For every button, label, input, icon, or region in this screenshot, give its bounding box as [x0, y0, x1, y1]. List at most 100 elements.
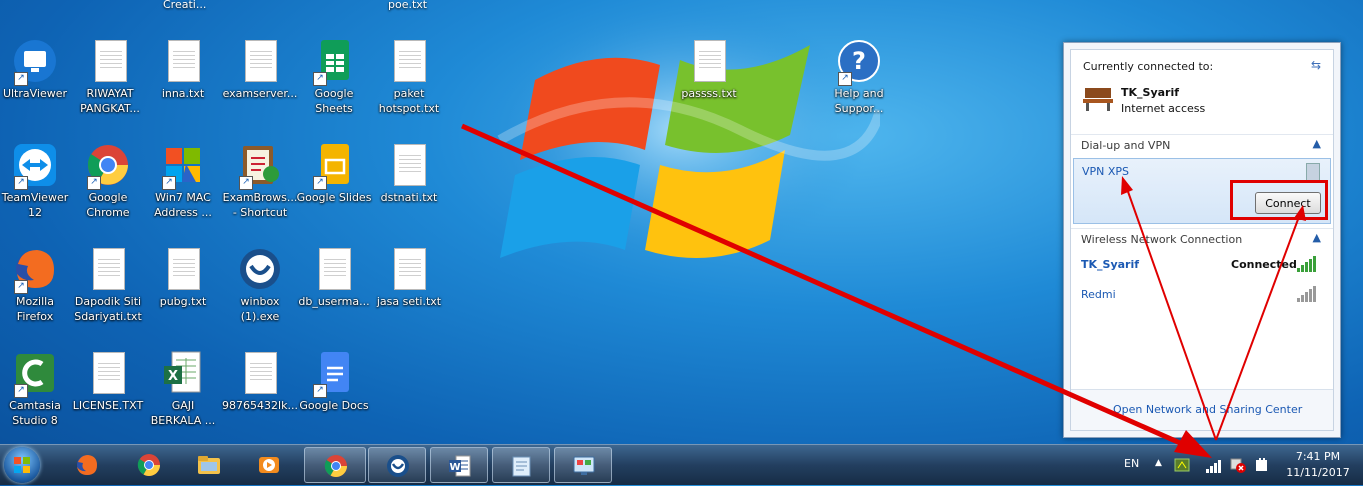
network-flyout: Currently connected to: ⇆ TK_Syarif Inte… — [1063, 42, 1341, 438]
desktop-icon-ultraviewer[interactable]: ↗ UltraViewer — [0, 38, 73, 101]
windows-flag-icon — [14, 457, 30, 473]
vpn-name: VPN XPS — [1082, 165, 1130, 178]
icon-label: TeamViewer 12 — [1, 191, 69, 219]
wifi-network-name: Redmi — [1081, 288, 1116, 301]
text-file-icon — [245, 352, 277, 394]
desktop-icon-google-docs[interactable]: ↗ Google Docs — [296, 350, 372, 413]
taskbar-control-panel[interactable] — [554, 447, 612, 483]
desktop-icon-google-sheets[interactable]: ↗ Google Sheets — [296, 38, 372, 116]
icon-label: winbox (1).exe — [240, 295, 280, 323]
desktop-icon-inna[interactable]: inna.txt — [145, 38, 221, 101]
vpn-connection-icon — [1306, 163, 1320, 181]
flyout-footer: Open Network and Sharing Center — [1071, 389, 1333, 430]
wireless-section-label: Wireless Network Connection — [1081, 233, 1243, 246]
icon-label: Help and Suppor... — [834, 87, 884, 115]
winbox-icon — [387, 455, 409, 477]
signal-strength-icon — [1297, 286, 1316, 302]
notepad-icon — [512, 456, 531, 477]
icon-label: GAJI BERKALA ... — [150, 399, 216, 427]
chrome-icon — [137, 454, 160, 476]
clock-date: 11/11/2017 — [1286, 466, 1350, 479]
desktop-icon-camtasia[interactable]: ↗ Camtasia Studio 8 — [0, 350, 73, 428]
desktop-label-poe[interactable]: poe.txt — [388, 0, 427, 11]
desktop-icon-win7-mac[interactable]: ↗ Win7 MAC Address ... — [145, 142, 221, 220]
desktop-icon-google-chrome[interactable]: ↗ Google Chrome — [70, 142, 146, 220]
taskbar-clock[interactable]: 7:41 PM 11/11/2017 — [1282, 449, 1354, 481]
desktop-icon-98765432lk[interactable]: 98765432lk... — [222, 350, 298, 413]
currently-connected-heading: Currently connected to: — [1083, 60, 1214, 73]
icon-label: UltraViewer — [2, 87, 68, 100]
text-file-icon — [394, 248, 426, 290]
taskbar-word[interactable]: W — [430, 447, 488, 483]
desktop-icon-dstnati[interactable]: dstnati.txt — [371, 142, 447, 205]
open-network-sharing-center-link[interactable]: Open Network and Sharing Center — [1113, 403, 1302, 416]
show-hidden-icons-button[interactable]: ▲ — [1155, 458, 1162, 468]
taskbar-chrome[interactable] — [122, 447, 176, 483]
taskbar-firefox[interactable] — [60, 447, 114, 483]
taskbar-winbox[interactable] — [368, 447, 426, 483]
icon-label: dstnati.txt — [380, 191, 438, 204]
collapse-chevron-icon[interactable]: ▲ — [1313, 231, 1321, 244]
tray-app-icon[interactable] — [1174, 457, 1190, 473]
desktop-icon-paket-hotspot[interactable]: paket hotspot.txt — [371, 38, 447, 116]
text-file-icon — [394, 40, 426, 82]
icon-label: Mozilla Firefox — [16, 295, 54, 323]
desktop-icon-pubg[interactable]: pubg.txt — [145, 246, 221, 309]
start-button[interactable] — [4, 447, 40, 483]
svg-text:?: ? — [852, 47, 866, 75]
desktop-icon-dapodik[interactable]: Dapodik Siti Sdariyati.txt — [70, 246, 146, 324]
wireless-section-header[interactable]: Wireless Network Connection ▲ — [1071, 228, 1333, 249]
desktop-icon-firefox[interactable]: ↗ Mozilla Firefox — [0, 246, 73, 324]
network-flyout-panel: Currently connected to: ⇆ TK_Syarif Inte… — [1070, 49, 1334, 431]
folder-icon — [198, 456, 220, 474]
desktop-icon-exambrowser[interactable]: ↗ ExamBrows... - Shortcut — [222, 142, 298, 220]
icon-label: pubg.txt — [159, 295, 207, 308]
taskbar: W EN ▲ 7:41 PM 11/11/2017 — [0, 444, 1363, 485]
language-indicator[interactable]: EN — [1124, 457, 1139, 470]
icon-label: ExamBrows... - Shortcut — [222, 191, 298, 219]
icon-label: Google Slides — [296, 191, 372, 204]
control-panel-icon — [573, 456, 595, 475]
desktop-icon-license[interactable]: LICENSE.TXT — [70, 350, 146, 413]
icon-label: inna.txt — [161, 87, 205, 100]
taskbar-chrome-running[interactable] — [304, 447, 366, 483]
signal-strength-icon — [1297, 256, 1316, 272]
desktop-icon-help-support[interactable]: ? ↗ Help and Suppor... — [821, 38, 897, 116]
wifi-connected-status: Connected — [1231, 258, 1297, 271]
svg-text:X: X — [168, 369, 178, 384]
refresh-icon[interactable]: ⇆ — [1311, 58, 1321, 72]
excel-file-icon: X — [164, 351, 201, 393]
taskbar-notepad[interactable] — [492, 447, 550, 483]
park-bench-network-icon — [1083, 88, 1113, 111]
icon-label: passss.txt — [681, 87, 737, 100]
collapse-chevron-icon[interactable]: ▲ — [1313, 137, 1321, 150]
text-file-icon — [245, 40, 277, 82]
dialup-vpn-section-header[interactable]: Dial-up and VPN ▲ — [1071, 134, 1333, 155]
icon-label: Win7 MAC Address ... — [154, 191, 212, 219]
desktop-icon-passss[interactable]: passss.txt — [671, 38, 747, 101]
clock-time: 7:41 PM — [1295, 450, 1341, 463]
network-signal-tray-icon[interactable] — [1206, 457, 1224, 473]
taskbar-explorer[interactable] — [182, 447, 236, 483]
firefox-icon — [77, 455, 97, 475]
text-file-icon — [93, 248, 125, 290]
desktop-icon-examserver[interactable]: examserver... — [222, 38, 298, 101]
wifi-network-name: TK_Syarif — [1081, 258, 1140, 271]
desktop-label-creati[interactable]: Creati... — [163, 0, 206, 11]
icon-label: db_userma... — [298, 295, 370, 308]
icon-label: Camtasia Studio 8 — [9, 399, 61, 427]
desktop-icon-jasa-seti[interactable]: jasa seti.txt — [371, 246, 447, 309]
taskbar-media-player[interactable] — [242, 447, 296, 483]
desktop-icon-gaji-berkala[interactable]: X GAJI BERKALA ... — [145, 350, 221, 428]
icon-label: paket hotspot.txt — [378, 87, 440, 115]
desktop-icon-db-userma[interactable]: db_userma... — [296, 246, 372, 309]
power-tray-icon[interactable] — [1254, 457, 1270, 473]
network-disconnected-tray-icon[interactable] — [1230, 457, 1246, 473]
desktop-icon-riwayat[interactable]: RIWAYAT PANGKAT... — [72, 38, 148, 116]
icon-label: jasa seti.txt — [376, 295, 442, 308]
desktop-icon-google-slides[interactable]: ↗ Google Slides — [296, 142, 372, 205]
media-player-icon — [259, 457, 279, 473]
desktop-icon-teamviewer[interactable]: ↗ TeamViewer 12 — [0, 142, 73, 220]
desktop-icon-winbox[interactable]: winbox (1).exe — [222, 246, 298, 324]
text-file-icon — [93, 352, 125, 394]
